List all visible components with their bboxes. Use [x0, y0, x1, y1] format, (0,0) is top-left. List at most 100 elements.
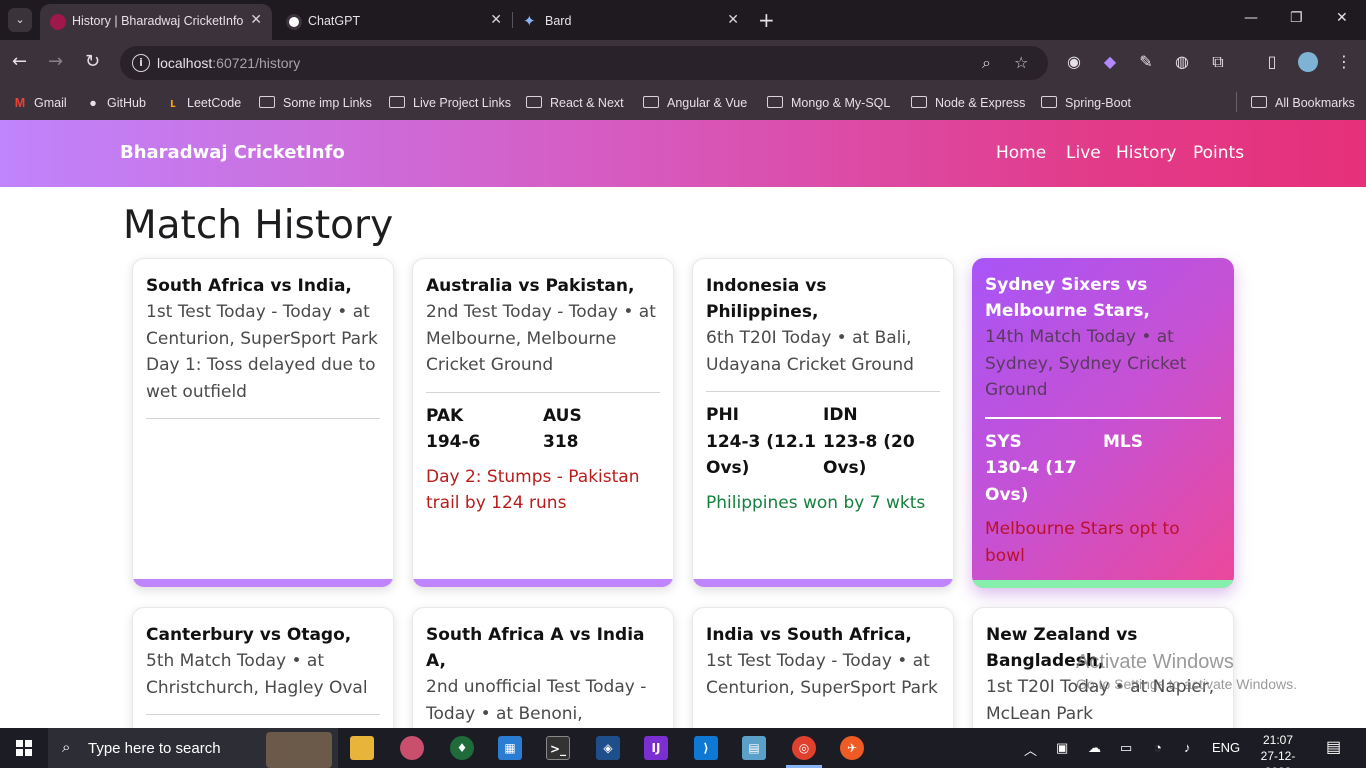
- match-card[interactable]: Indonesia vs Philippines, 6th T20I Today…: [692, 258, 954, 588]
- match-status: Day 2: Stumps - Pakistan trail by 124 ru…: [426, 466, 640, 514]
- mongodb-compass-icon[interactable]: ♦: [450, 736, 474, 760]
- close-tab-icon[interactable]: ✕: [490, 12, 502, 28]
- match-description: 14th Match Today • at Sydney, Sydney Cri…: [985, 327, 1187, 400]
- match-title: India vs South Africa,: [706, 625, 912, 645]
- new-tab-icon[interactable]: +: [758, 8, 775, 32]
- match-title: Sydney Sixers vs Melbourne Stars,: [985, 275, 1150, 321]
- battery-icon[interactable]: ▭: [1120, 740, 1132, 756]
- intellij-idea-icon[interactable]: IJ: [644, 736, 668, 760]
- side-panel-icon[interactable]: ▯: [1262, 52, 1282, 72]
- chatgpt-favicon-icon: [286, 14, 302, 30]
- tab-history[interactable]: History | Bharadwaj CricketInfo ✕: [40, 4, 272, 40]
- extension-lens-icon[interactable]: ◍: [1172, 52, 1192, 72]
- browser-tab-strip: ⌄ History | Bharadwaj CricketInfo ✕ Chat…: [0, 0, 1366, 40]
- folder-icon: [259, 96, 275, 108]
- bookmark-leetcode[interactable]: ʟ LeetCode: [165, 93, 241, 113]
- folder-icon: [767, 96, 783, 108]
- meet-now-icon[interactable]: ▣: [1056, 740, 1068, 756]
- zoom-icon[interactable]: ⌕: [982, 53, 991, 73]
- nav-live[interactable]: Live: [1066, 143, 1101, 163]
- menu-kebab-icon[interactable]: ⋮: [1334, 52, 1354, 72]
- profile-avatar-icon[interactable]: [1298, 52, 1318, 72]
- leetcode-icon: ʟ: [170, 96, 176, 110]
- vscode-icon[interactable]: ⟩: [694, 736, 718, 760]
- card-accent-bar: [693, 579, 953, 587]
- volume-icon[interactable]: ♪: [1184, 740, 1191, 755]
- nav-points[interactable]: Points: [1193, 143, 1244, 163]
- extension-gradient-icon[interactable]: ◆: [1100, 52, 1120, 72]
- team-2-score: IDN 123-8 (20 Ovs): [823, 405, 915, 478]
- card-divider: [146, 714, 380, 715]
- folder-icon: [1041, 96, 1057, 108]
- wifi-icon[interactable]: ◔: [1154, 740, 1162, 755]
- mysql-workbench-icon[interactable]: ◈: [596, 736, 620, 760]
- url-text[interactable]: localhost:60721/history: [157, 55, 300, 71]
- clock-time: 21:07: [1262, 733, 1294, 747]
- extension-record-icon[interactable]: ◉: [1064, 52, 1084, 72]
- minimize-icon[interactable]: —: [1244, 10, 1258, 26]
- show-hidden-icons-icon[interactable]: ︿: [1024, 740, 1037, 759]
- bookmarks-bar: M Gmail ● GitHub ʟ LeetCode Some imp Links …: [0, 86, 1366, 120]
- site-info-icon[interactable]: i: [132, 54, 150, 72]
- card-divider: [706, 391, 940, 392]
- paint-app-icon[interactable]: [400, 736, 424, 760]
- match-card[interactable]: South Africa vs India, 1st Test Today - …: [132, 258, 394, 588]
- restore-icon[interactable]: ❐: [1290, 10, 1303, 26]
- bookmark-github[interactable]: ● GitHub: [85, 93, 146, 113]
- bookmark-folder-react-next[interactable]: React & Next: [526, 93, 624, 113]
- match-card[interactable]: Australia vs Pakistan, 2nd Test Today - …: [412, 258, 674, 588]
- card-accent-bar: [133, 579, 393, 587]
- browser-toolbar: ← → ↻ i localhost:60721/history ⌕ ☆ ◉ ◆ …: [0, 40, 1366, 86]
- score-row: PAK 194-6 AUS 318: [426, 403, 660, 456]
- chrome-icon[interactable]: ◎: [792, 736, 816, 760]
- notepad-icon[interactable]: ▤: [742, 736, 766, 760]
- bookmark-folder-spring-boot[interactable]: Spring-Boot: [1041, 93, 1131, 113]
- reload-icon[interactable]: ↻: [85, 52, 100, 72]
- match-status: Melbourne Stars opt to bowl: [985, 519, 1180, 566]
- terminal-icon[interactable]: >_: [546, 736, 570, 760]
- search-highlight-illustration-icon: [266, 732, 332, 768]
- folder-icon: [389, 96, 405, 108]
- close-tab-icon[interactable]: ✕: [250, 12, 262, 28]
- taskbar-search[interactable]: ⌕ Type here to search: [48, 728, 338, 768]
- bookmark-folder-live-project-links[interactable]: Live Project Links: [389, 93, 511, 113]
- close-tab-icon[interactable]: ✕: [727, 12, 739, 28]
- tab-chatgpt[interactable]: ChatGPT ✕: [276, 4, 512, 40]
- microsoft-store-icon[interactable]: ▦: [498, 736, 522, 760]
- match-title: South Africa vs India,: [146, 276, 352, 296]
- score-row: PHI 124-3 (12.1 Ovs) IDN 123-8 (20 Ovs): [706, 402, 940, 482]
- tab-search-button[interactable]: ⌄: [8, 8, 32, 32]
- nav-history[interactable]: History: [1116, 143, 1176, 163]
- match-title: Canterbury vs Otago,: [146, 625, 352, 645]
- tab-title: Bard: [545, 14, 572, 28]
- back-arrow-icon[interactable]: ←: [12, 52, 27, 72]
- forward-arrow-icon[interactable]: →: [48, 52, 63, 72]
- onedrive-icon[interactable]: ☁: [1088, 740, 1101, 756]
- bookmark-folder-node-express[interactable]: Node & Express: [911, 93, 1025, 113]
- address-bar[interactable]: i localhost:60721/history ⌕ ☆: [120, 46, 1048, 80]
- bookmark-star-icon[interactable]: ☆: [1014, 53, 1028, 72]
- color-picker-icon[interactable]: ✎: [1136, 52, 1156, 72]
- windows-taskbar: ⌕ Type here to search ♦ ▦ >_ ◈ IJ ⟩ ▤ ◎ …: [0, 728, 1366, 768]
- bookmark-folder-some-imp-links[interactable]: Some imp Links: [259, 93, 372, 113]
- bookmark-folder-angular-vue[interactable]: Angular & Vue: [643, 93, 747, 113]
- nav-home[interactable]: Home: [996, 143, 1046, 163]
- page-title: Match History: [123, 203, 394, 248]
- all-bookmarks[interactable]: All Bookmarks: [1251, 93, 1355, 113]
- windows-start-icon[interactable]: [16, 740, 32, 756]
- bookmark-gmail[interactable]: M Gmail: [12, 93, 67, 113]
- window-close-icon[interactable]: ✕: [1336, 10, 1348, 26]
- match-card-hovered[interactable]: Sydney Sixers vs Melbourne Stars, 14th M…: [972, 258, 1234, 588]
- site-navbar: Bharadwaj CricketInfo Home Live History …: [0, 120, 1366, 187]
- language-indicator[interactable]: ENG: [1212, 740, 1240, 755]
- match-description: 1st Test Today - Today • at Centurion, S…: [146, 302, 378, 402]
- tab-bard[interactable]: ✦ Bard ✕: [513, 4, 749, 40]
- file-explorer-icon[interactable]: [350, 736, 374, 760]
- site-brand[interactable]: Bharadwaj CricketInfo: [120, 142, 345, 163]
- extensions-puzzle-icon[interactable]: ⧉: [1208, 52, 1228, 72]
- notifications-icon[interactable]: ▤: [1326, 737, 1341, 757]
- postman-icon[interactable]: ✈: [840, 736, 864, 760]
- score-row: SYS 130-4 (17 Ovs) MLS: [985, 429, 1221, 509]
- bookmark-folder-mongo-mysql[interactable]: Mongo & My-SQL: [767, 93, 890, 113]
- taskbar-clock[interactable]: 21:07 27-12-2023: [1250, 732, 1306, 768]
